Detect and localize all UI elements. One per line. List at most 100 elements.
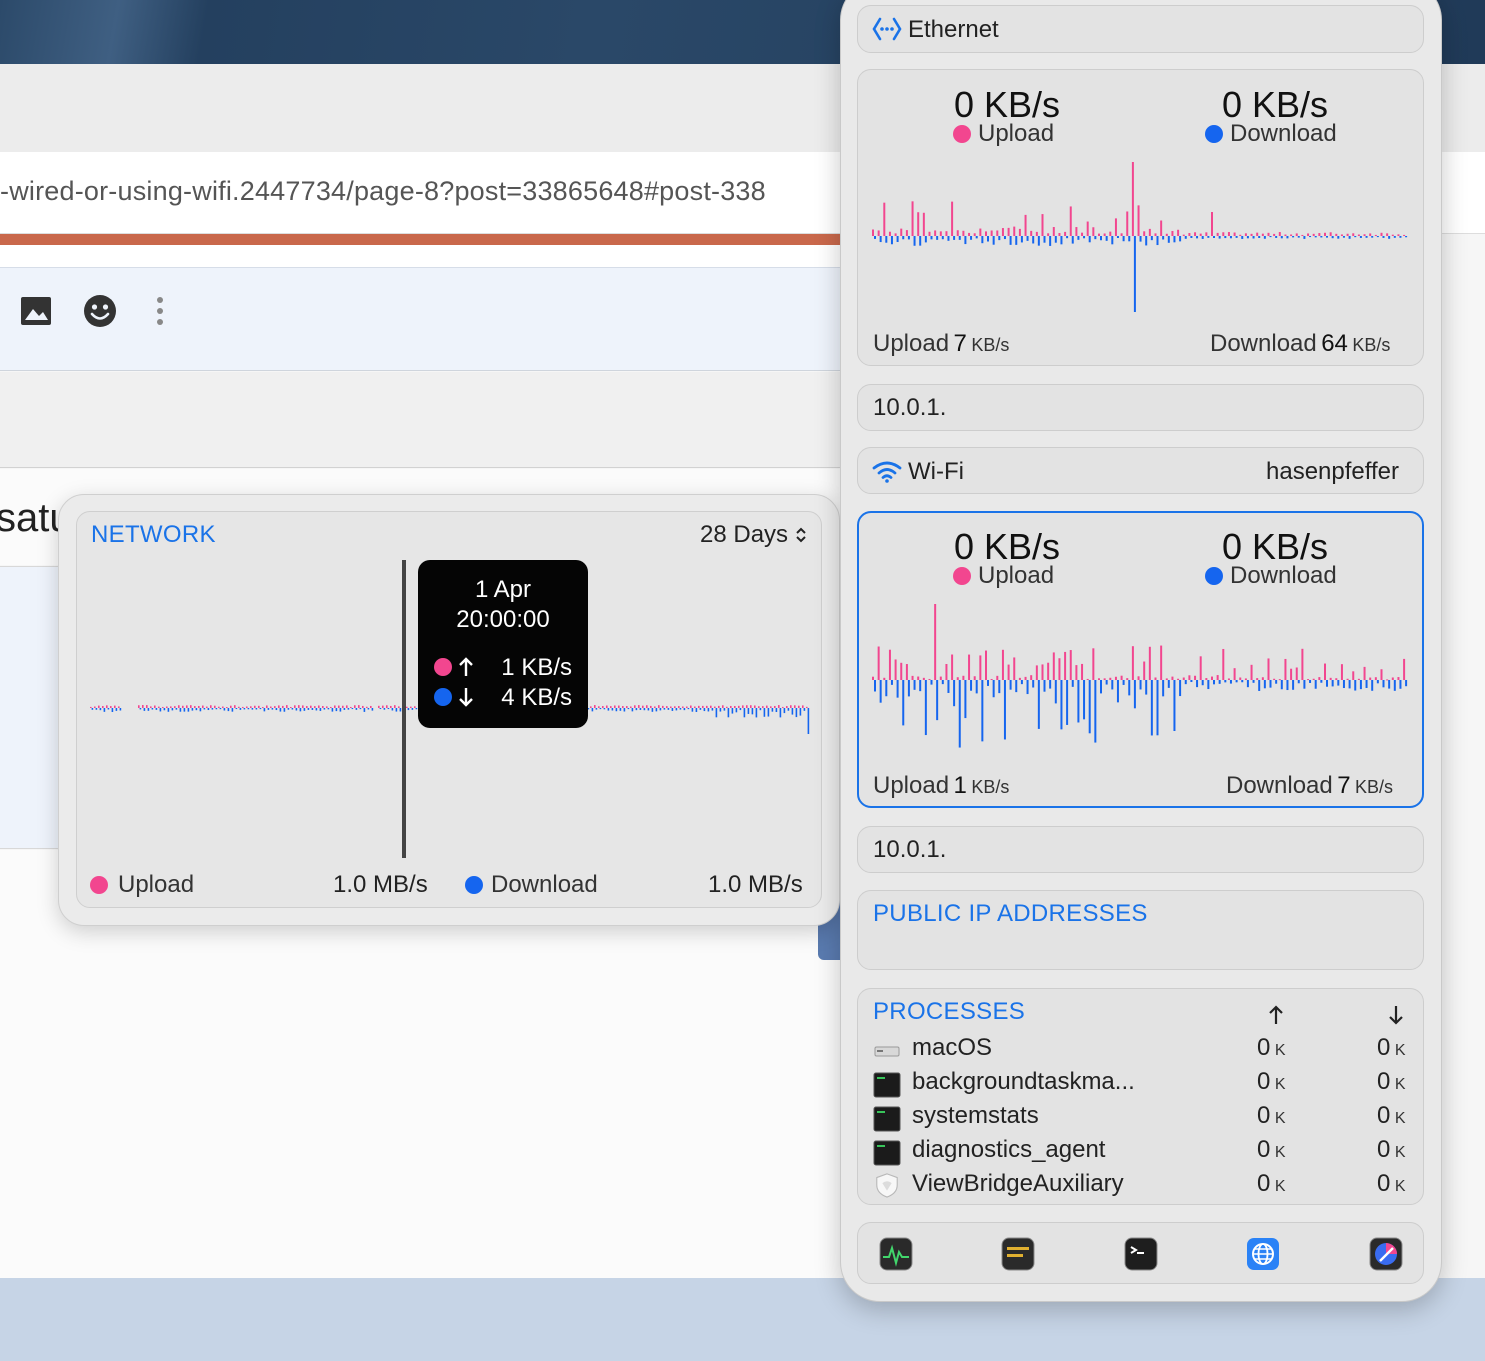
upload-bar bbox=[354, 705, 356, 708]
shield-icon bbox=[876, 1173, 898, 1198]
download-bar bbox=[1179, 236, 1182, 242]
download-bar bbox=[631, 708, 634, 712]
download-bar bbox=[1037, 680, 1040, 729]
address-bar-url[interactable]: -wired-or-using-wifi.2447734/page-8?post… bbox=[0, 176, 766, 207]
download-bar bbox=[767, 708, 770, 717]
range-label[interactable]: 28 Days bbox=[700, 521, 788, 548]
download-bar bbox=[695, 708, 698, 712]
upload-bar bbox=[1165, 678, 1168, 680]
upload-bar bbox=[1380, 232, 1383, 236]
download-bar bbox=[747, 708, 750, 714]
upload-bar bbox=[622, 706, 624, 708]
download-bar bbox=[739, 708, 742, 711]
more-vertical-icon[interactable] bbox=[143, 294, 177, 328]
terminal-exec-icon bbox=[873, 1106, 901, 1132]
download-bar bbox=[1342, 680, 1345, 689]
download-bar bbox=[219, 708, 222, 710]
download-bar bbox=[1094, 236, 1097, 240]
download-bar bbox=[195, 708, 198, 711]
download-bar bbox=[998, 236, 1001, 241]
ethernet-ip-address[interactable]: 10.0.1. bbox=[873, 394, 946, 422]
download-bar bbox=[1292, 236, 1295, 238]
range-selector[interactable]: 28 Days bbox=[700, 521, 807, 549]
wifi-ip-address[interactable]: 10.0.1. bbox=[873, 836, 946, 864]
download-bar bbox=[947, 680, 950, 693]
upload-dot bbox=[434, 658, 452, 676]
download-bar bbox=[1116, 680, 1119, 703]
download-bar bbox=[687, 708, 690, 710]
download-bar bbox=[1376, 236, 1379, 238]
download-bar bbox=[1269, 680, 1272, 688]
upload-bar bbox=[1058, 658, 1061, 680]
upload-bar bbox=[1267, 232, 1270, 236]
upload-bar bbox=[198, 705, 200, 708]
console-icon[interactable] bbox=[1001, 1237, 1035, 1271]
upload-bar bbox=[1103, 233, 1106, 236]
upload-bar bbox=[1182, 677, 1185, 680]
process-row[interactable]: macOS 0 K 0 K bbox=[873, 1034, 1413, 1068]
process-row[interactable]: systemstats 0 K 0 K bbox=[873, 1102, 1413, 1136]
download-bar bbox=[1167, 680, 1170, 688]
upload-bar bbox=[1143, 231, 1146, 236]
upload-bar bbox=[806, 706, 808, 708]
upload-bar bbox=[602, 706, 604, 708]
upload-bar bbox=[382, 705, 384, 708]
upload-bar bbox=[990, 230, 993, 236]
download-bar bbox=[103, 708, 106, 712]
upload-bar bbox=[294, 705, 296, 708]
image-icon[interactable] bbox=[19, 294, 53, 328]
download-bar bbox=[1060, 680, 1063, 730]
upload-bar bbox=[922, 677, 925, 680]
processes-title: PROCESSES bbox=[873, 998, 1026, 1025]
upload-bar bbox=[1211, 676, 1213, 680]
upload-bar bbox=[1403, 658, 1406, 680]
download-bar bbox=[1399, 236, 1402, 238]
upload-bar bbox=[1137, 205, 1140, 236]
download-bar bbox=[1077, 680, 1080, 723]
download-bar bbox=[1365, 680, 1368, 688]
peak-download-unit: KB/s bbox=[1355, 777, 1394, 797]
activity-monitor-icon[interactable] bbox=[879, 1237, 913, 1271]
download-dot bbox=[434, 688, 452, 706]
download-bar bbox=[970, 236, 973, 240]
download-bar bbox=[1359, 236, 1362, 238]
download-bar bbox=[1184, 680, 1187, 685]
istat-menus-icon[interactable] bbox=[1369, 1237, 1403, 1271]
upload-bar bbox=[1250, 664, 1253, 680]
download-bar bbox=[1156, 236, 1159, 246]
download-bar bbox=[1015, 236, 1018, 245]
upload-bar bbox=[1295, 667, 1298, 680]
download-bar bbox=[155, 708, 158, 710]
upload-bar bbox=[1035, 665, 1038, 680]
upload-bar bbox=[118, 706, 120, 708]
emoji-icon[interactable] bbox=[83, 294, 117, 328]
upload-bar bbox=[1188, 233, 1191, 236]
download-bar bbox=[675, 708, 678, 711]
upload-bar bbox=[262, 706, 264, 708]
upload-bar bbox=[1357, 678, 1360, 680]
upload-bar bbox=[1001, 228, 1004, 236]
upload-bar bbox=[690, 705, 692, 708]
download-bar bbox=[975, 236, 978, 239]
upload-bar bbox=[230, 705, 232, 708]
upload-bar bbox=[1165, 233, 1168, 236]
upload-bar bbox=[922, 212, 925, 236]
process-row[interactable]: diagnostics_agent 0 K 0 K bbox=[873, 1136, 1413, 1170]
upload-bar bbox=[1160, 220, 1163, 236]
upload-bar bbox=[900, 228, 903, 236]
network-utility-icon[interactable] bbox=[1246, 1237, 1280, 1271]
upload-bar bbox=[182, 705, 184, 708]
process-name: backgroundtaskma... bbox=[912, 1068, 1135, 1095]
terminal-icon[interactable] bbox=[1124, 1237, 1158, 1271]
download-bar bbox=[415, 708, 418, 710]
upload-bar bbox=[1227, 678, 1230, 680]
upload-bar bbox=[1188, 675, 1191, 680]
download-bar bbox=[639, 708, 642, 710]
upload-bar bbox=[1369, 233, 1372, 236]
up-down-chevron-icon bbox=[796, 527, 806, 543]
terminal-exec-icon bbox=[873, 1072, 901, 1098]
process-row[interactable]: backgroundtaskma... 0 K 0 K bbox=[873, 1068, 1413, 1102]
process-row[interactable]: ViewBridgeAuxiliary 0 K 0 K bbox=[873, 1170, 1413, 1204]
upload-bar bbox=[786, 706, 788, 708]
download-bar bbox=[1297, 236, 1300, 238]
